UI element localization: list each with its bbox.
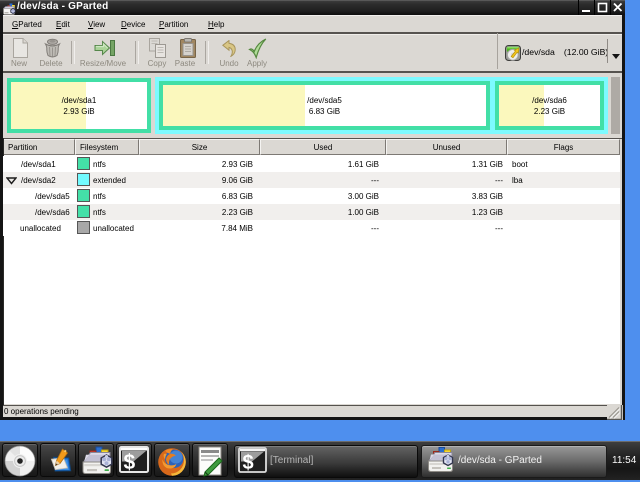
svg-text:$: $ [124,451,136,473]
svg-text:$: $ [243,452,254,473]
